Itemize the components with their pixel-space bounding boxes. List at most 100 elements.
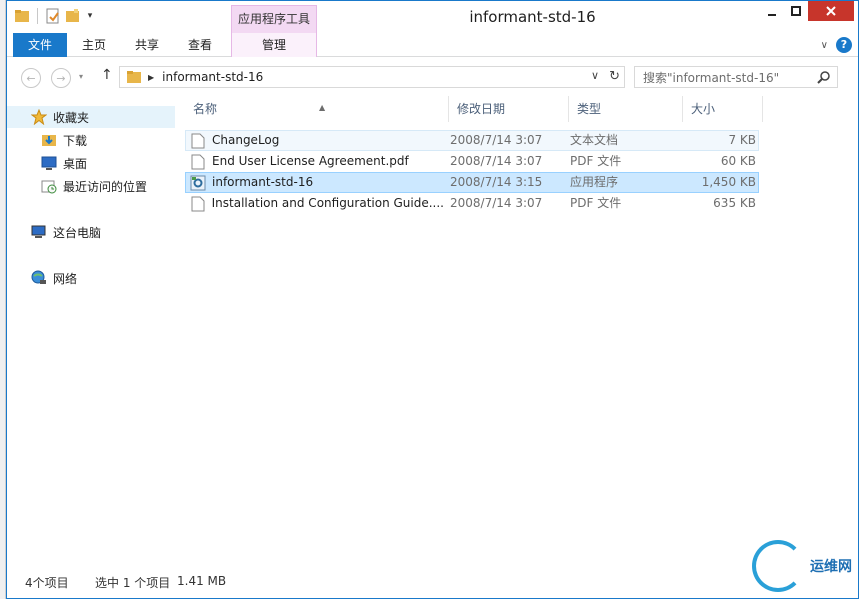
maximize-icon <box>791 6 801 16</box>
back-button[interactable]: ← <box>21 68 41 88</box>
recent-places-icon <box>41 178 57 194</box>
nav-item-label: 收藏夹 <box>53 110 90 125</box>
file-name-cell: End User License Agreement.pdf <box>190 152 444 171</box>
search-icon[interactable] <box>817 70 831 87</box>
minimize-button[interactable] <box>760 1 784 21</box>
file-name: informant-std-16 <box>212 175 314 189</box>
file-name: ChangeLog <box>212 133 280 147</box>
file-name: Installation and Configuration Guide.... <box>211 196 444 210</box>
column-header-name[interactable]: 名称 ▲ <box>185 96 449 122</box>
tab-file[interactable]: 文件 <box>13 33 67 57</box>
properties-icon[interactable] <box>44 7 62 25</box>
ribbon-right-controls: ∨ ? <box>821 37 852 53</box>
file-size: 7 KB <box>728 133 756 147</box>
item-count: 4个项目 <box>25 576 69 590</box>
file-name-cell: ChangeLog <box>190 131 444 150</box>
nav-item-label: 桌面 <box>63 156 88 171</box>
nav-item-this-pc[interactable]: 这台电脑 <box>7 221 175 243</box>
address-bar-actions: ∨ ↻ <box>591 69 620 84</box>
file-size: 60 KB <box>720 154 756 168</box>
nav-item-recent-places[interactable]: 最近访问的位置 <box>7 175 175 197</box>
window-title: informant-std-16 <box>469 8 596 26</box>
recent-locations-chevron-icon[interactable]: ▾ <box>79 72 83 81</box>
ribbon-tab-bar: 文件 主页 共享 查看 管理 ∨ ? <box>7 33 858 57</box>
file-type: 文本文档 <box>570 133 619 147</box>
file-list: 名称 ▲ 修改日期 类型 大小 ChangeLog 2008/7/14 3:07… <box>175 96 858 566</box>
network-icon <box>31 270 47 286</box>
sort-ascending-icon: ▲ <box>319 103 326 112</box>
expand-ribbon-chevron-icon[interactable]: ∨ <box>821 40 828 51</box>
nav-item-network[interactable]: 网络 <box>7 267 175 289</box>
navigation-bar: ← → ▾ ↑ ▶ informant-std-16 ∨ ↻ 搜索"inform… <box>7 58 858 96</box>
forward-arrow-icon: → <box>56 71 66 85</box>
file-type: 应用程序 <box>570 175 619 189</box>
column-header-label: 名称 <box>193 102 218 116</box>
breadcrumb[interactable]: informant-std-16 <box>162 70 263 84</box>
nav-item-favorites[interactable]: 收藏夹 <box>7 106 175 128</box>
close-icon <box>826 6 836 16</box>
desktop-icon <box>41 155 57 171</box>
tab-manage[interactable]: 管理 <box>231 33 317 57</box>
pdf-file-icon <box>190 154 206 170</box>
search-placeholder: 搜索"informant-std-16" <box>643 70 780 85</box>
column-header-size[interactable]: 大小 <box>683 96 763 122</box>
site-watermark-logo: 运维网 <box>752 540 852 592</box>
address-history-chevron-icon[interactable]: ∨ <box>591 69 599 84</box>
up-arrow-icon[interactable]: ↑ <box>101 67 113 83</box>
folder-icon[interactable] <box>13 7 31 25</box>
star-icon <box>31 109 47 125</box>
text-file-icon <box>190 133 206 149</box>
file-size: 1,450 KB <box>701 175 756 189</box>
folder-icon <box>126 69 142 85</box>
downloads-folder-icon <box>41 132 57 148</box>
exe-file-icon <box>190 175 206 191</box>
toolbar-divider <box>37 8 38 24</box>
pdf-file-icon <box>190 196 206 212</box>
file-date: 2008/7/14 3:07 <box>450 154 543 168</box>
maximize-button[interactable] <box>784 1 808 21</box>
search-input[interactable]: 搜索"informant-std-16" <box>634 66 838 88</box>
navigation-pane: 收藏夹 下载 桌面 最近访问的位置 这台电脑 网络 <box>7 96 175 566</box>
nav-item-label: 这台电脑 <box>53 225 102 240</box>
nav-item-label: 网络 <box>53 271 78 286</box>
table-row[interactable]: ChangeLog 2008/7/14 3:07 文本文档 7 KB <box>185 130 759 151</box>
table-row[interactable]: End User License Agreement.pdf 2008/7/14… <box>185 151 759 172</box>
back-arrow-icon: ← <box>26 71 36 85</box>
tab-home[interactable]: 主页 <box>71 33 117 57</box>
quick-access-toolbar: ▾ <box>13 7 96 25</box>
close-button[interactable] <box>808 1 854 21</box>
explorer-window: ▾ 应用程序工具 informant-std-16 文件 主页 共享 查看 管理… <box>6 0 859 599</box>
file-type: PDF 文件 <box>570 154 622 168</box>
computer-icon <box>31 224 47 240</box>
status-bar: 4个项目 选中 1 个项目 1.41 MB <box>7 571 858 595</box>
nav-item-downloads[interactable]: 下载 <box>7 129 175 151</box>
help-icon[interactable]: ? <box>836 37 852 53</box>
watermark-ring-icon <box>752 540 804 592</box>
column-header-date[interactable]: 修改日期 <box>449 96 569 122</box>
selection-size: 1.41 MB <box>177 574 227 588</box>
tab-share[interactable]: 共享 <box>123 33 171 57</box>
file-name-cell: Installation and Configuration Guide.... <box>190 194 444 213</box>
address-bar[interactable]: ▶ informant-std-16 ∨ ↻ <box>119 66 625 88</box>
file-name: End User License Agreement.pdf <box>212 154 409 168</box>
customize-toolbar-chevron-icon[interactable]: ▾ <box>84 11 96 21</box>
file-size: 635 KB <box>713 196 756 210</box>
file-date: 2008/7/14 3:15 <box>450 175 543 189</box>
tab-view[interactable]: 查看 <box>175 33 225 57</box>
watermark-text: 运维网 <box>810 559 852 575</box>
file-name-cell: informant-std-16 <box>190 173 444 192</box>
refresh-icon[interactable]: ↻ <box>609 69 620 84</box>
nav-item-label: 最近访问的位置 <box>63 179 148 194</box>
breadcrumb-separator-icon[interactable]: ▶ <box>148 73 154 82</box>
file-date: 2008/7/14 3:07 <box>450 133 543 147</box>
nav-item-desktop[interactable]: 桌面 <box>7 152 175 174</box>
forward-button[interactable]: → <box>51 68 71 88</box>
window-controls <box>760 1 854 21</box>
column-header-type[interactable]: 类型 <box>569 96 683 122</box>
title-bar: ▾ 应用程序工具 informant-std-16 <box>7 1 858 33</box>
file-type: PDF 文件 <box>570 196 622 210</box>
new-folder-icon[interactable] <box>64 7 82 25</box>
table-row[interactable]: Installation and Configuration Guide....… <box>185 193 759 214</box>
nav-item-label: 下载 <box>63 133 88 148</box>
table-row[interactable]: informant-std-16 2008/7/14 3:15 应用程序 1,4… <box>185 172 759 193</box>
